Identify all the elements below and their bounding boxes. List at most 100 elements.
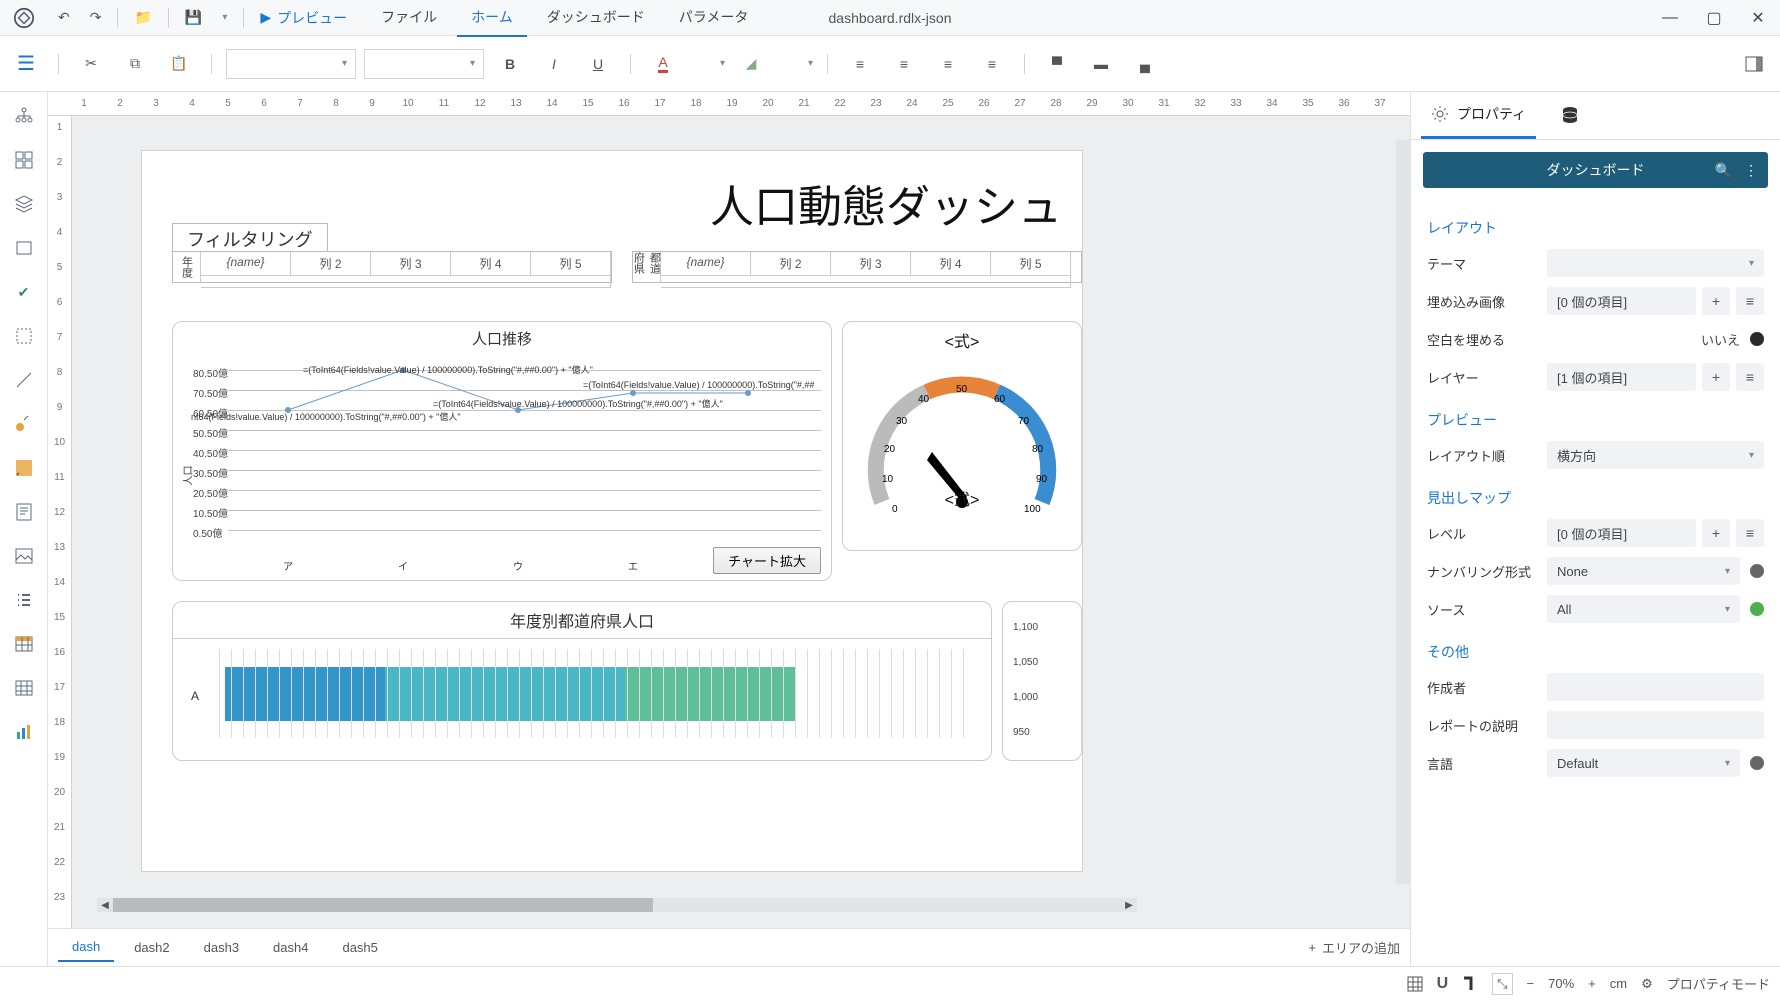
settings-gear-icon[interactable]: ⚙ — [1641, 976, 1653, 992]
tab-dash4[interactable]: dash4 — [259, 934, 322, 961]
valign-middle-button[interactable]: ▬ — [1083, 46, 1119, 82]
numbering-toggle[interactable] — [1750, 564, 1764, 578]
search-icon[interactable]: 🔍 — [1715, 162, 1732, 179]
horizontal-scrollbar[interactable]: ◀ ▶ — [97, 898, 1137, 912]
snap-icon[interactable]: U — [1437, 975, 1449, 993]
scroll-thumb[interactable] — [113, 898, 653, 912]
paste-button[interactable]: 📋 — [161, 46, 197, 82]
redo-button[interactable]: ↷ — [80, 0, 112, 36]
valign-bottom-button[interactable]: ▄ — [1127, 46, 1163, 82]
container-icon[interactable] — [6, 230, 42, 266]
font-color-dropdown[interactable]: ▾ — [689, 46, 725, 82]
font-color-button[interactable]: A — [645, 46, 681, 82]
gauge-chart[interactable]: <式> 0 10 20 30 40 50 — [842, 321, 1082, 551]
fill-color-button[interactable]: ◢ — [733, 46, 769, 82]
save-dropdown[interactable]: ▾ — [212, 0, 237, 36]
tab-dash3[interactable]: dash3 — [190, 934, 253, 961]
textbox-icon[interactable] — [6, 450, 42, 486]
dashboard-title[interactable]: 人口動態ダッシュ — [710, 171, 1062, 235]
bullet-icon[interactable] — [6, 406, 42, 442]
checkbox-icon[interactable]: ✔ — [6, 274, 42, 310]
valign-top-button[interactable]: ▀ — [1039, 46, 1075, 82]
open-folder-button[interactable]: 📁 — [124, 0, 161, 36]
shape-icon[interactable] — [6, 318, 42, 354]
more-icon[interactable]: ⋮ — [1744, 162, 1758, 179]
properties-tab[interactable]: プロパティ — [1421, 92, 1536, 139]
tablix-year[interactable]: 年度 {name} 列 2 列 3 列 4 列 5 — [172, 251, 612, 283]
line-icon[interactable] — [6, 362, 42, 398]
theme-select[interactable]: ▾ — [1547, 249, 1764, 277]
line-chart[interactable]: 人口推移 人口 80.50億 70.50億 60.50億 50.50億 40.5… — [172, 321, 832, 581]
property-mode-label[interactable]: プロパティモード — [1667, 974, 1770, 993]
language-toggle[interactable] — [1750, 756, 1764, 770]
mini-chart[interactable]: 1,100 1,050 1,000 950 — [1002, 601, 1082, 761]
list-level-button[interactable]: ≡ — [1736, 519, 1764, 547]
cursor-mode-icon[interactable]: ⤡ — [1492, 973, 1512, 995]
underline-button[interactable]: U — [580, 46, 616, 82]
list-icon[interactable] — [6, 582, 42, 618]
align-justify-button[interactable]: ≡ — [974, 46, 1010, 82]
list-layer-button[interactable]: ≡ — [1736, 363, 1764, 391]
cut-button[interactable]: ✂ — [73, 46, 109, 82]
undo-button[interactable]: ↶ — [48, 0, 80, 36]
tab-dash[interactable]: dash — [58, 933, 114, 962]
grid-mode-icon[interactable] — [1407, 976, 1423, 992]
layout-order-select[interactable]: 横方向▾ — [1547, 441, 1764, 469]
corner-icon[interactable] — [1462, 976, 1478, 992]
italic-button[interactable]: I — [536, 46, 572, 82]
save-button[interactable]: 💾 — [175, 0, 212, 36]
source-toggle[interactable] — [1750, 602, 1764, 616]
menu-parameters[interactable]: パラメータ — [665, 0, 763, 37]
vertical-scrollbar[interactable] — [1396, 140, 1410, 884]
richtext-icon[interactable] — [6, 494, 42, 530]
maximize-button[interactable]: ▢ — [1692, 0, 1736, 36]
align-center-button[interactable]: ≡ — [886, 46, 922, 82]
language-select[interactable]: Default▾ — [1547, 749, 1740, 777]
description-field[interactable] — [1547, 711, 1764, 739]
embed-image-field[interactable]: [0 個の項目] — [1547, 287, 1696, 315]
add-area-button[interactable]: + エリアの追加 — [1308, 938, 1400, 957]
layers-icon[interactable] — [6, 186, 42, 222]
source-select[interactable]: All▾ — [1547, 595, 1740, 623]
table-icon[interactable] — [6, 626, 42, 662]
add-level-button[interactable]: + — [1702, 519, 1730, 547]
level-field[interactable]: [0 個の項目] — [1547, 519, 1696, 547]
group-icon[interactable] — [6, 142, 42, 178]
bold-button[interactable]: B — [492, 46, 528, 82]
tab-dash2[interactable]: dash2 — [120, 934, 183, 961]
add-embed-image-button[interactable]: + — [1702, 287, 1730, 315]
add-layer-button[interactable]: + — [1702, 363, 1730, 391]
chart-icon[interactable] — [6, 714, 42, 750]
align-right-button[interactable]: ≡ — [930, 46, 966, 82]
hamburger-icon[interactable]: ☰ — [8, 46, 44, 82]
menu-home[interactable]: ホーム — [457, 0, 527, 37]
unit-label[interactable]: cm — [1610, 976, 1627, 991]
minimize-button[interactable]: — — [1648, 0, 1692, 36]
image-icon[interactable] — [6, 538, 42, 574]
close-button[interactable]: ✕ — [1736, 0, 1780, 36]
font-size-select[interactable]: ▾ — [364, 49, 484, 79]
menu-dashboard[interactable]: ダッシュボード — [533, 0, 659, 37]
scroll-right-arrow[interactable]: ▶ — [1121, 898, 1137, 912]
scroll-left-arrow[interactable]: ◀ — [97, 898, 113, 912]
copy-button[interactable]: ⧉ — [117, 46, 153, 82]
tablix-pref[interactable]: 都道府県 {name} 列 2 列 3 列 4 列 5 — [632, 251, 1082, 283]
toggle-panel-button[interactable] — [1736, 46, 1772, 82]
tablix-icon[interactable] — [6, 670, 42, 706]
design-page[interactable]: 人口動態ダッシュ フィルタリング 年度 {name} 列 2 列 3 列 4 列… — [72, 116, 1410, 928]
align-left-button[interactable]: ≡ — [842, 46, 878, 82]
fill-color-dropdown[interactable]: ▾ — [777, 46, 813, 82]
zoom-out-button[interactable]: − — [1527, 976, 1535, 991]
data-tab[interactable] — [1550, 94, 1590, 138]
layer-field[interactable]: [1 個の項目] — [1547, 363, 1696, 391]
preview-button[interactable]: ▶ プレビュー — [250, 0, 357, 36]
explorer-icon[interactable] — [6, 98, 42, 134]
author-field[interactable] — [1547, 673, 1764, 701]
chart-expand-button[interactable]: チャート拡大 — [713, 547, 821, 574]
list-embed-image-button[interactable]: ≡ — [1736, 287, 1764, 315]
font-family-select[interactable]: ▾ — [226, 49, 356, 79]
stacked-bar-chart[interactable]: 年度別都道府県人口 A — [172, 601, 992, 761]
tab-dash5[interactable]: dash5 — [328, 934, 391, 961]
fill-blank-toggle[interactable] — [1750, 332, 1764, 346]
zoom-in-button[interactable]: + — [1588, 976, 1596, 991]
